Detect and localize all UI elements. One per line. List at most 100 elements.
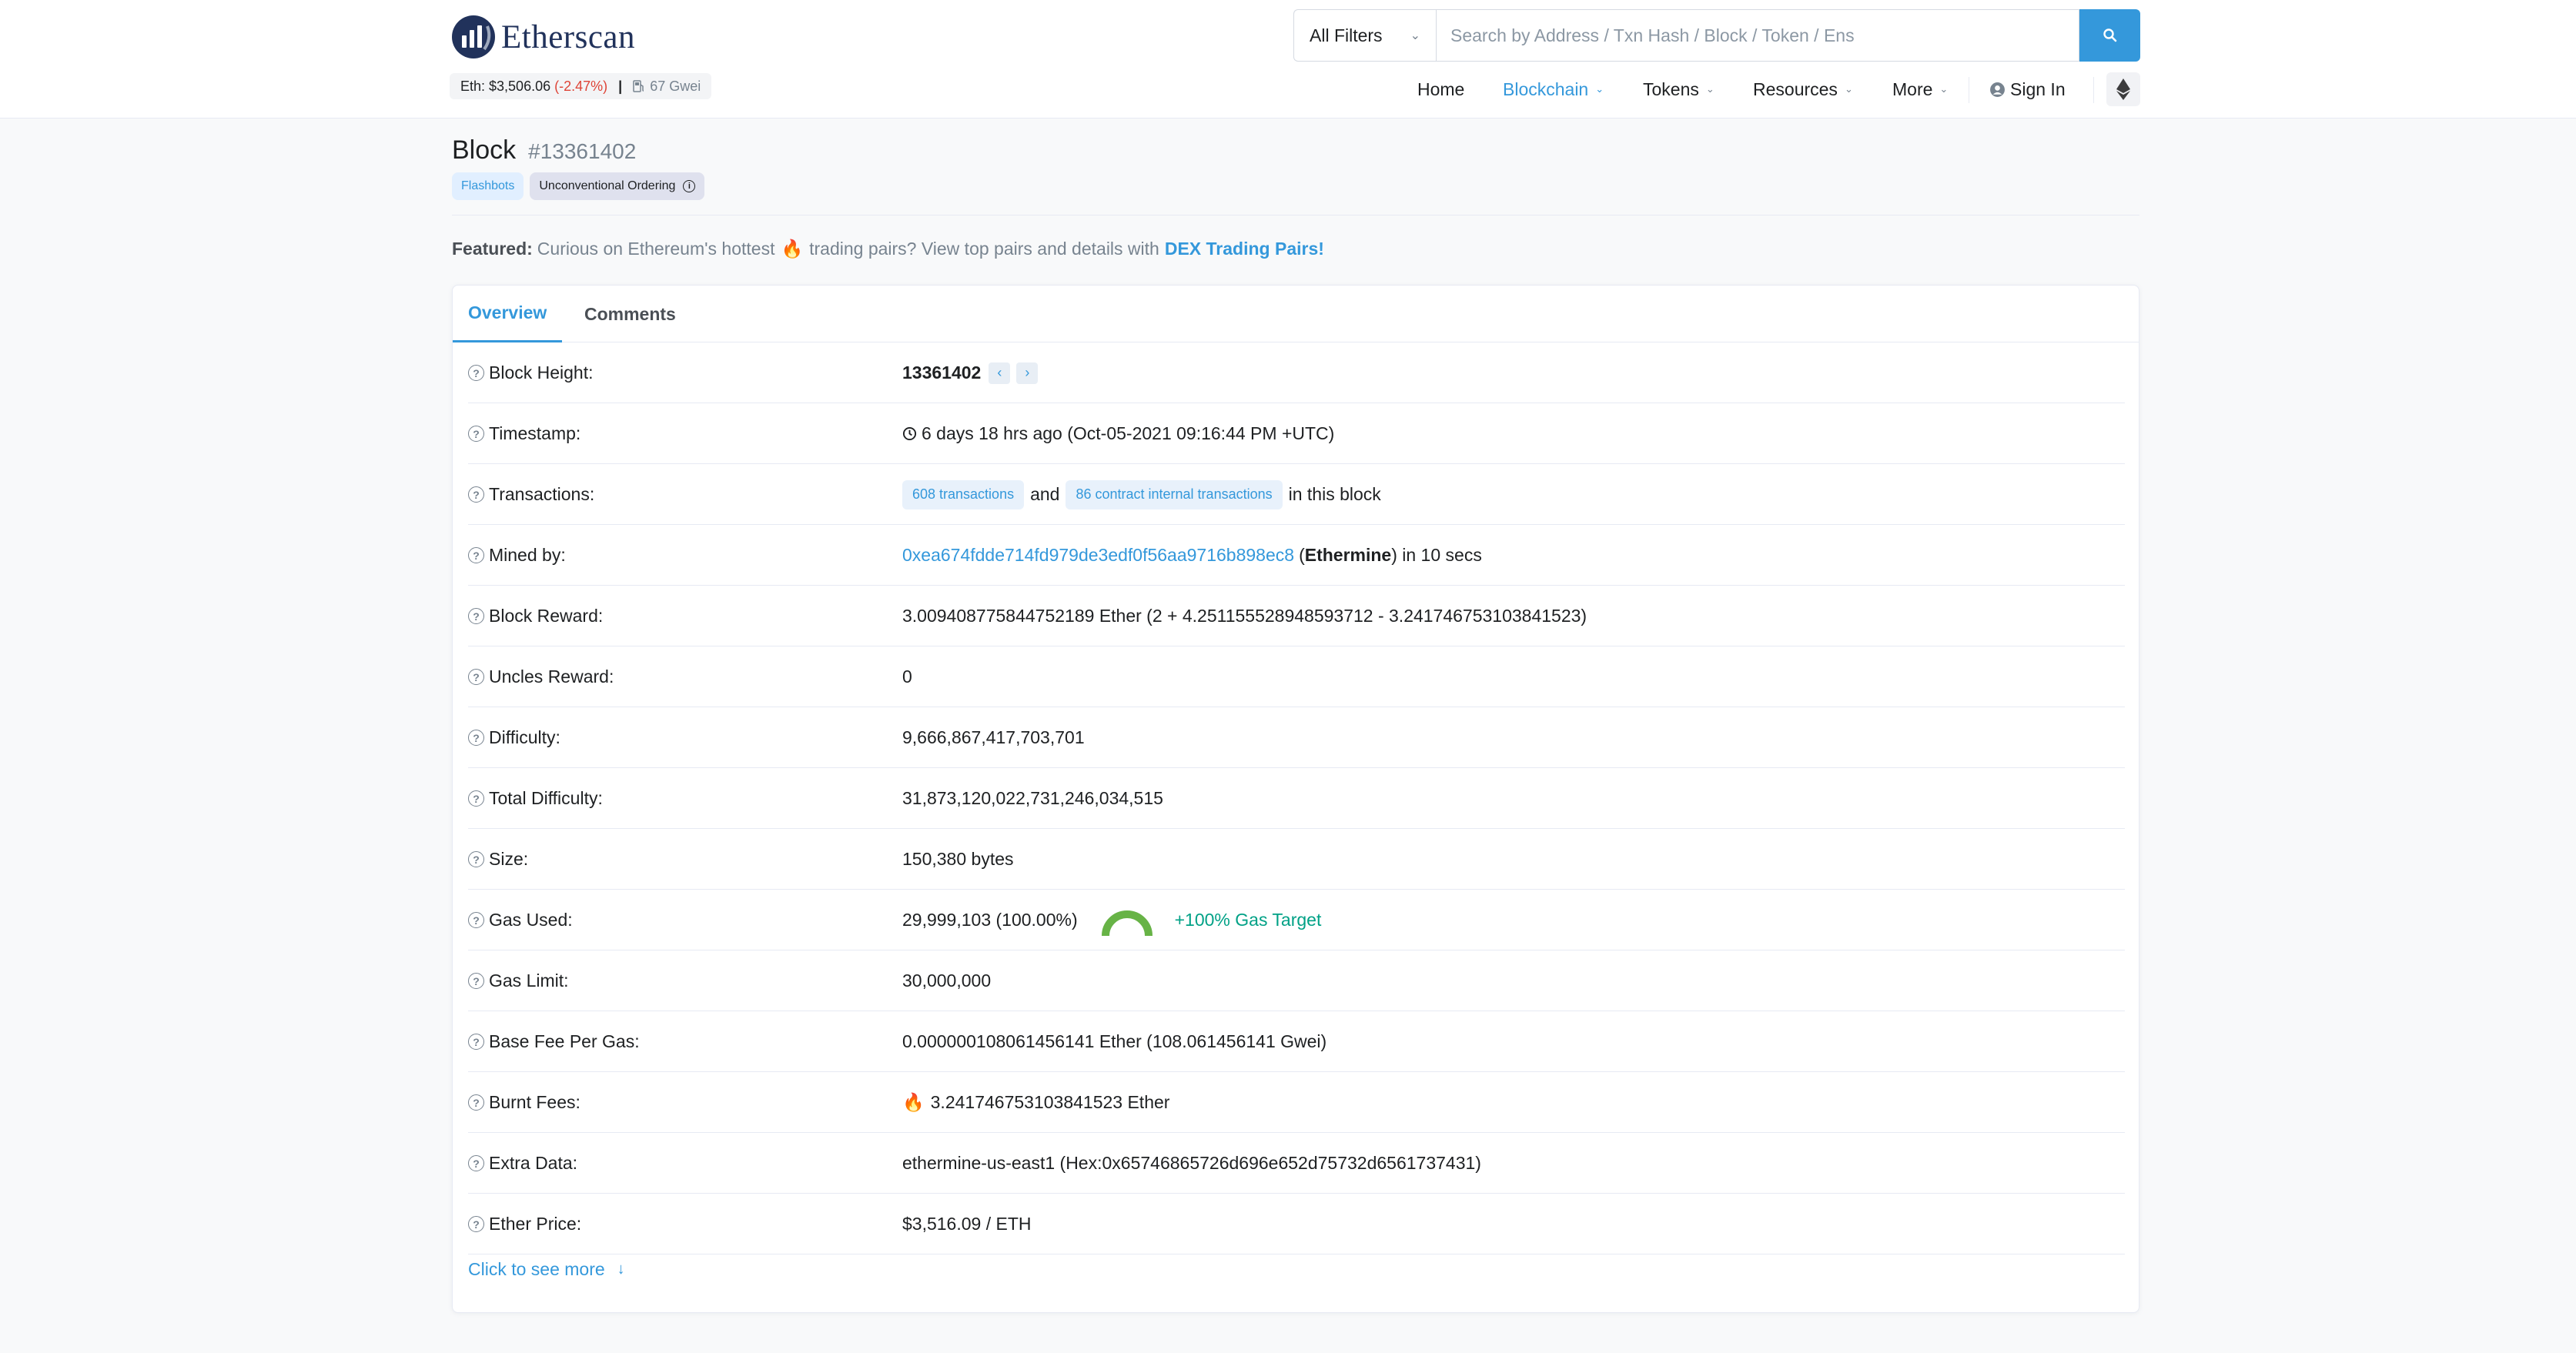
total-difficulty-value: 31,873,120,022,731,246,034,515 [902, 788, 1163, 808]
tabs: Overview Comments [453, 286, 2139, 342]
page-title: Block [452, 135, 517, 165]
etherscan-logo-icon [452, 15, 495, 58]
search-bar: All Filters ⌄ [1293, 9, 2140, 62]
row-burnt-fees: ? Burnt Fees: 🔥 3.241746753103841523 Eth… [468, 1072, 2125, 1133]
fire-icon: 🔥 [781, 239, 804, 259]
row-label: ? Extra Data: [468, 1133, 577, 1194]
gas-price[interactable]: 67 Gwei [633, 79, 701, 95]
nav-divider [2093, 77, 2094, 103]
timestamp-label: Timestamp: [489, 423, 581, 443]
question-icon[interactable]: ? [468, 426, 484, 442]
block-height-label: Block Height: [489, 362, 594, 383]
dex-trading-pairs-link[interactable]: DEX Trading Pairs! [1165, 239, 1324, 259]
ethereum-icon [2116, 79, 2130, 100]
row-label: ? Total Difficulty: [468, 768, 603, 829]
question-icon[interactable]: ? [468, 669, 484, 685]
question-icon[interactable]: ? [468, 608, 484, 624]
row-value: 🔥 3.241746753103841523 Ether [902, 1072, 1169, 1133]
chevron-down-icon: ⌄ [1705, 83, 1715, 95]
question-icon[interactable]: ? [468, 730, 484, 746]
question-icon[interactable]: ? [468, 1155, 484, 1171]
info-icon: i [683, 180, 696, 192]
nav-sign-in[interactable]: Sign In [1989, 74, 2066, 105]
row-ether-price: ? Ether Price: $3,516.09 / ETH [468, 1194, 2125, 1254]
nav-home[interactable]: Home [1417, 74, 1464, 105]
row-transactions: ? Transactions: 608 transactions and 86 … [468, 464, 2125, 525]
question-icon[interactable]: ? [468, 486, 484, 503]
question-icon[interactable]: ? [468, 912, 484, 928]
featured-banner: Featured: Curious on Ethereum's hottest … [452, 239, 1324, 259]
transactions-label: Transactions: [489, 484, 595, 504]
gas-target: +100% Gas Target [1174, 910, 1322, 930]
question-icon[interactable]: ? [468, 547, 484, 563]
row-value: 0 [902, 646, 912, 707]
question-icon[interactable]: ? [468, 790, 484, 807]
search-button[interactable] [2079, 9, 2140, 62]
row-label: ? Gas Used: [468, 890, 573, 950]
row-value: 0xea674fdde714fd979de3edf0f56aa9716b898e… [902, 525, 1482, 586]
tab-overview[interactable]: Overview [453, 286, 563, 342]
question-icon[interactable]: ? [468, 973, 484, 989]
base-fee-value: 0.000000108061456141 Ether (108.06145614… [902, 1031, 1327, 1051]
eth-price-change: (-2.47%) [554, 78, 608, 94]
chevron-down-icon: ⌄ [1939, 83, 1949, 95]
difficulty-value: 9,666,867,417,703,701 [902, 727, 1085, 747]
eth-price[interactable]: Eth: $3,506.06 [460, 79, 550, 95]
network-switch-button[interactable] [2106, 72, 2140, 106]
question-icon[interactable]: ? [468, 1094, 484, 1111]
row-extra-data: ? Extra Data: ethermine-us-east1 (Hex:0x… [468, 1133, 2125, 1194]
row-label: ? Mined by: [468, 525, 566, 586]
nav-resources[interactable]: Resources ⌄ [1753, 74, 1853, 105]
search-input[interactable] [1436, 9, 2079, 62]
gas-used-value: 29,999,103 (100.00%) [902, 910, 1078, 930]
flashbots-badge[interactable]: Flashbots [452, 172, 524, 200]
base-fee-label: Base Fee Per Gas: [489, 1031, 640, 1051]
row-value: 0.000000108061456141 Ether (108.06145614… [902, 1011, 1326, 1072]
row-block-reward: ? Block Reward: 3.009408775844752189 Eth… [468, 586, 2125, 646]
mined-by-label: Mined by: [489, 545, 566, 565]
question-icon[interactable]: ? [468, 1216, 484, 1232]
search-icon [2103, 28, 2116, 42]
row-gas-used: ? Gas Used: 29,999,103 (100.00%) +100% G… [468, 890, 2125, 950]
row-value: 13361402 ‹ › [902, 342, 1039, 403]
chevron-right-icon[interactable]: › [1016, 362, 1039, 384]
unconventional-ordering-badge[interactable]: Unconventional Ordering i [530, 172, 705, 200]
row-size: ? Size: 150,380 bytes [468, 829, 2125, 890]
extra-data-value: ethermine-us-east1 (Hex:0x65746865726d69… [902, 1153, 1481, 1173]
nav-home-label: Home [1417, 79, 1465, 99]
question-icon[interactable]: ? [468, 365, 484, 381]
block-number: #13361402 [528, 139, 637, 163]
featured-text-1: Curious on Ethereum's hottest [537, 239, 775, 259]
chevron-left-icon[interactable]: ‹ [989, 362, 1011, 384]
question-icon[interactable]: ? [468, 851, 484, 867]
filter-selected-value: All Filters [1310, 25, 1383, 45]
gas-used-label: Gas Used: [489, 910, 573, 930]
transactions-and: and [1030, 484, 1060, 504]
see-more-link[interactable]: Click to see more ↓ [468, 1254, 625, 1285]
row-block-height: ? Block Height: 13361402 ‹ › [468, 342, 2125, 403]
user-circle-icon [1990, 82, 2005, 97]
arrow-down-icon: ↓ [617, 1260, 625, 1278]
miner-address-link[interactable]: 0xea674fdde714fd979de3edf0f56aa9716b898e… [902, 545, 1294, 566]
transactions-link[interactable]: 608 transactions [902, 479, 1025, 509]
block-badges: Flashbots Unconventional Ordering i [452, 172, 711, 200]
tab-comments[interactable]: Comments [569, 286, 691, 342]
miner-name: Ethermine [1304, 545, 1392, 565]
row-total-difficulty: ? Total Difficulty: 31,873,120,022,731,2… [468, 768, 2125, 829]
nav-blockchain[interactable]: Blockchain ⌄ [1503, 74, 1604, 105]
row-label: ? Ether Price: [468, 1194, 581, 1254]
price-separator: | [618, 78, 623, 94]
nav-more[interactable]: More ⌄ [1892, 74, 1948, 105]
row-label: ? Uncles Reward: [468, 646, 614, 707]
etherscan-logo[interactable]: Etherscan [452, 15, 635, 58]
row-value: 6 days 18 hrs ago (Oct-05-2021 09:16:44 … [902, 403, 1334, 464]
internal-transactions-link[interactable]: 86 contract internal transactions [1066, 479, 1283, 509]
gauge-fill [1101, 910, 1153, 936]
miner-open-paren: ( [1299, 545, 1305, 565]
burnt-fees-label: Burnt Fees: [489, 1092, 580, 1112]
filter-select[interactable]: All Filters ⌄ [1293, 9, 1436, 62]
clock-icon [902, 426, 917, 441]
burnt-fees-value: 3.241746753103841523 Ether [930, 1092, 1170, 1112]
nav-tokens[interactable]: Tokens ⌄ [1643, 74, 1715, 105]
question-icon[interactable]: ? [468, 1034, 484, 1050]
